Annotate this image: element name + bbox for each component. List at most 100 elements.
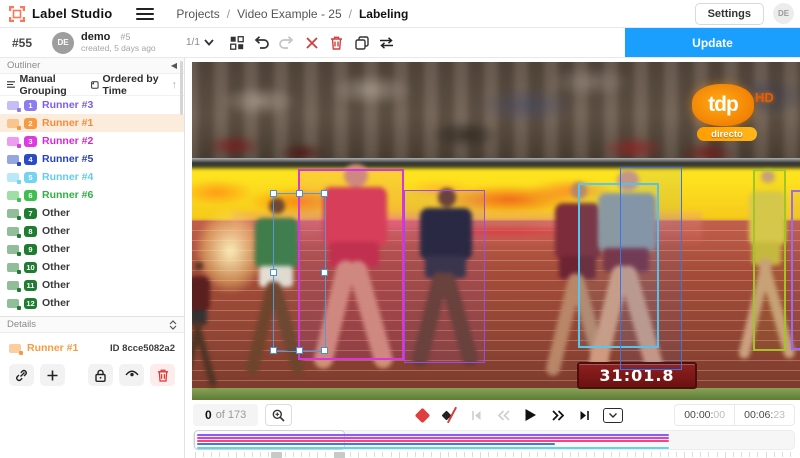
collapse-panel-icon[interactable]: ◀	[171, 61, 177, 70]
step-forward-button[interactable]	[549, 407, 566, 424]
region-label: Other	[42, 207, 70, 219]
bbox-resize-handle[interactable]	[321, 269, 328, 276]
bbox-resize-handle[interactable]	[270, 269, 277, 276]
bbox-resize-handle[interactable]	[270, 347, 277, 354]
lock-region-button[interactable]	[88, 364, 113, 386]
outliner-item-other-9[interactable]: 9Other	[0, 240, 184, 258]
ruler-tick	[374, 452, 375, 457]
timeline-track[interactable]	[193, 430, 795, 450]
chevron-down-icon[interactable]	[204, 39, 214, 46]
keyframe-add-button[interactable]	[414, 407, 431, 424]
ruler-tick	[529, 452, 530, 457]
annotation-toolbar: #55 DE demo #5 created, 5 days ago 1/1	[0, 28, 800, 58]
ruler-tick	[317, 452, 318, 458]
outliner-item-other-10[interactable]: 10Other	[0, 258, 184, 276]
bbox-resize-handle[interactable]	[296, 347, 303, 354]
sort-direction-icon[interactable]: ↑	[172, 79, 178, 91]
delete-annotation-icon[interactable]	[328, 34, 346, 52]
ruler-tick	[554, 452, 555, 457]
annotation-pagination: 1/1	[186, 37, 200, 48]
annotation-id: #5	[120, 33, 130, 43]
timeline-ruler[interactable]	[193, 452, 795, 458]
outliner-item-other-7[interactable]: 7Other	[0, 204, 184, 222]
link-region-button[interactable]	[9, 364, 34, 386]
region-index-badge: 8	[24, 226, 37, 237]
step-backward-button[interactable]	[495, 407, 512, 424]
ruler-tick	[700, 452, 701, 457]
region-shape-icon	[7, 245, 19, 254]
keyframe-marker[interactable]	[271, 452, 282, 458]
region-shape-icon	[7, 227, 19, 236]
frame-options-dropdown[interactable]	[603, 408, 623, 423]
timeline-region-span[interactable]	[197, 434, 669, 436]
ruler-tick	[733, 452, 734, 457]
zoom-tool-button[interactable]	[265, 404, 292, 426]
ruler-tick	[301, 452, 302, 457]
ruler-tick	[440, 452, 441, 458]
breadcrumb-project-name[interactable]: Video Example - 25	[237, 7, 342, 21]
reset-annotation-icon[interactable]	[303, 34, 321, 52]
add-relation-button[interactable]	[40, 364, 65, 386]
bbox-runner-1-selected[interactable]	[273, 193, 326, 352]
bbox-runner-3[interactable]	[404, 190, 485, 363]
outliner-item-runner-1-2[interactable]: 2Runner #1	[0, 114, 184, 132]
settings-button[interactable]: Settings	[695, 3, 764, 25]
user-avatar[interactable]: DE	[773, 3, 794, 24]
bbox-resize-handle[interactable]	[296, 190, 303, 197]
outliner-item-runner-3-1[interactable]: 1Runner #3	[0, 96, 184, 114]
outliner-item-runner-5-4[interactable]: 4Runner #5	[0, 150, 184, 168]
breadcrumb-projects[interactable]: Projects	[176, 7, 219, 21]
ordered-by-time-button[interactable]: Ordered by Time	[91, 73, 167, 97]
region-index-badge: 10	[24, 262, 37, 273]
redo-icon[interactable]	[278, 34, 296, 52]
delete-region-button[interactable]	[150, 364, 175, 386]
ruler-tick	[252, 452, 253, 457]
region-index-badge: 9	[24, 244, 37, 255]
plus-icon	[47, 370, 58, 381]
magnifier-icon	[272, 409, 285, 422]
play-button[interactable]	[522, 407, 539, 424]
interpolation-toggle-button[interactable]	[441, 407, 458, 424]
bbox-resize-handle[interactable]	[321, 347, 328, 354]
menu-hamburger-icon[interactable]	[136, 8, 154, 20]
ruler-tick	[651, 452, 652, 457]
keyframe-marker[interactable]	[334, 452, 345, 458]
bbox-resize-handle[interactable]	[321, 190, 328, 197]
annotation-card[interactable]: DE demo #5 created, 5 days ago	[44, 31, 184, 53]
hide-region-button[interactable]	[119, 364, 144, 386]
undo-icon[interactable]	[253, 34, 271, 52]
skip-to-end-button[interactable]	[576, 407, 593, 424]
bbox-runner-5[interactable]	[620, 167, 682, 370]
video-frame[interactable]: tdp HD directo 31:01.8	[192, 62, 800, 400]
region-index-badge: 6	[24, 190, 37, 201]
manual-grouping-button[interactable]: Manual Grouping	[7, 73, 86, 97]
skip-to-start-button[interactable]	[468, 407, 485, 424]
details-panel-header: Details	[0, 317, 184, 333]
ruler-tick	[293, 452, 294, 457]
bbox-runner-7[interactable]	[791, 190, 800, 350]
region-label: Other	[42, 279, 70, 291]
views-grid-icon[interactable]	[228, 34, 246, 52]
bbox-runner-6[interactable]	[753, 169, 786, 351]
timeline-region-span[interactable]	[197, 440, 669, 442]
compare-arrows-icon[interactable]	[378, 34, 396, 52]
region-label: Other	[42, 297, 70, 309]
expand-collapse-icon[interactable]	[169, 320, 177, 330]
ruler-tick	[480, 452, 481, 458]
outliner-item-runner-6-6[interactable]: 6Runner #6	[0, 186, 184, 204]
outliner-item-runner-2-3[interactable]: 3Runner #2	[0, 132, 184, 150]
update-button[interactable]: Update	[625, 28, 800, 57]
ruler-tick	[244, 452, 245, 457]
duplicate-icon[interactable]	[353, 34, 371, 52]
outliner-item-other-12[interactable]: 12Other	[0, 294, 184, 312]
timeline-region-span[interactable]	[197, 437, 669, 439]
outliner-item-other-8[interactable]: 8Other	[0, 222, 184, 240]
frame-counter[interactable]: 0 of 173	[193, 404, 258, 426]
outliner-item-other-11[interactable]: 11Other	[0, 276, 184, 294]
timeline-region-span[interactable]	[197, 447, 669, 449]
sidebar-scrollbar[interactable]	[180, 61, 183, 115]
outliner-item-runner-4-5[interactable]: 5Runner #4	[0, 168, 184, 186]
selected-region-label: Runner #1	[27, 342, 78, 354]
eye-icon	[125, 370, 139, 380]
bbox-resize-handle[interactable]	[270, 190, 277, 197]
